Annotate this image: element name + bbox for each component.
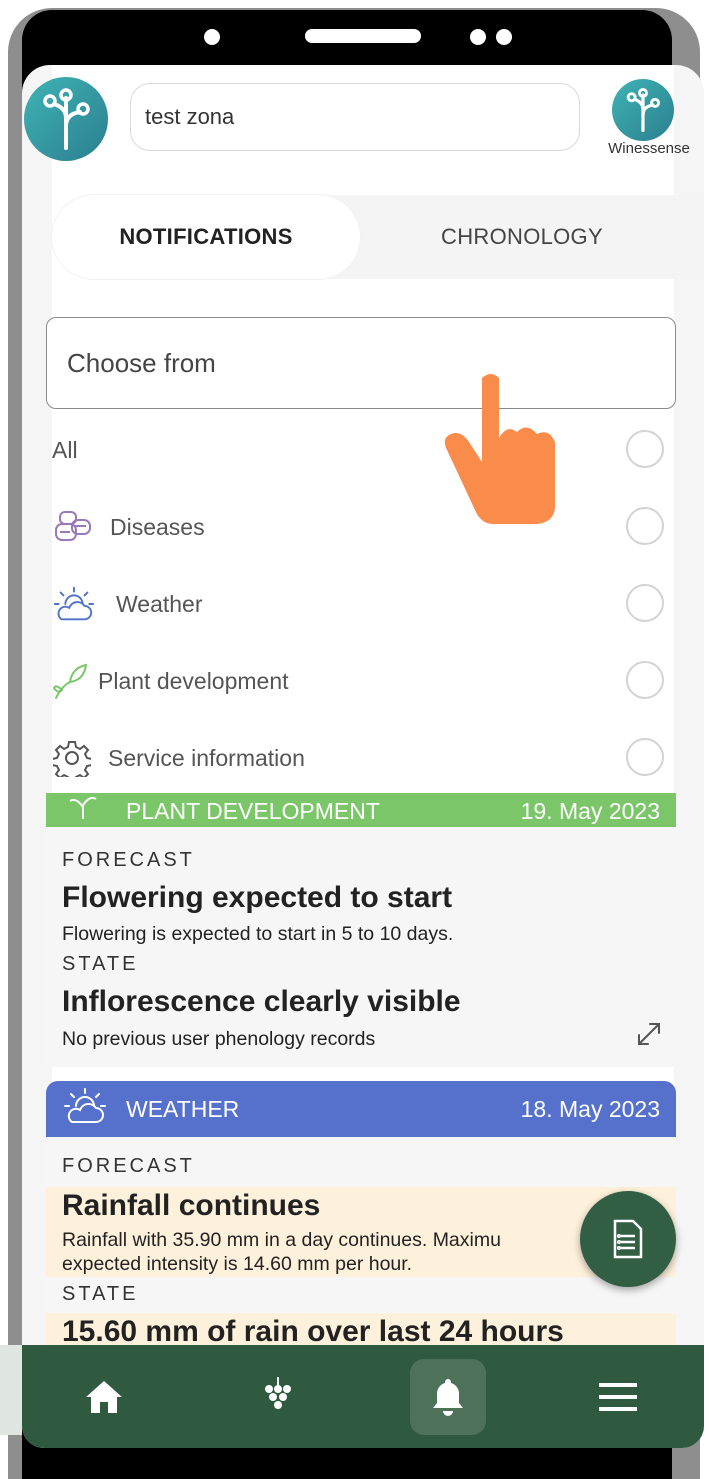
weather-header-icon [62,1086,108,1132]
category-select[interactable]: Choose from [46,317,676,409]
option-weather[interactable]: Weather [52,574,664,634]
bottom-navigation [22,1345,704,1448]
camera-dot [204,29,220,45]
app-screen: test zona Winessense NOTIFICATIONS CHRON… [22,65,704,1448]
forecast-text-line2: expected intensity is 14.60 mm per hour. [62,1253,413,1275]
forecast-text: Flowering is expected to start in 5 to 1… [62,923,454,945]
forecast-label: FORECAST [62,1155,195,1177]
report-button[interactable] [580,1191,676,1287]
bell-icon [433,1379,463,1416]
nav-notifications[interactable] [410,1359,486,1435]
option-label: Diseases [110,513,205,540]
home-icon [86,1381,122,1413]
weather-icon [52,582,96,626]
document-icon [613,1219,643,1259]
device-bottom-bezel [22,1448,672,1479]
nav-vineyard[interactable] [240,1359,316,1435]
tab-bar: NOTIFICATIONS CHRONOLOGY [52,195,704,279]
card-category: WEATHER [126,1095,240,1122]
card-date: 19. May 2023 [520,798,660,824]
nav-menu[interactable] [580,1359,656,1435]
plant-header-icon [68,793,98,825]
state-label: STATE [62,1283,139,1305]
brand-label: Winessense [608,140,690,157]
card-category: PLANT DEVELOPMENT [126,798,380,824]
card-plant-development[interactable]: FORECAST Flowering expected to start Flo… [46,827,676,1067]
option-label: Plant development [98,667,289,694]
plant-icon [52,659,88,703]
vine-logo-icon [43,88,90,150]
app-logo[interactable] [24,77,108,161]
option-label: Service information [108,744,305,771]
nav-home[interactable] [66,1359,142,1435]
forecast-text-line1: Rainfall with 35.90 mm in a day continue… [62,1229,501,1251]
radio-plant-development[interactable] [626,661,664,699]
card-header-plant-development[interactable]: PLANT DEVELOPMENT 19. May 2023 [46,793,676,827]
select-placeholder: Choose from [67,347,216,378]
forecast-title: Rainfall continues [62,1189,321,1222]
expand-icon[interactable] [636,1021,662,1052]
tab-notifications[interactable]: NOTIFICATIONS [52,195,360,279]
card-date: 18. May 2023 [520,1095,660,1122]
state-text: No previous user phenology records [62,1028,376,1050]
forecast-title: Flowering expected to start [62,881,453,914]
option-label: All [52,436,78,463]
forecast-label: FORECAST [62,849,195,871]
radio-diseases[interactable] [626,507,664,545]
pointer-hand-icon [444,374,555,524]
sensor-dot [496,29,512,45]
radio-service-information[interactable] [626,738,664,776]
speaker-bar [305,29,421,43]
option-service-information[interactable]: Service information [52,728,664,788]
tab-chronology[interactable]: CHRONOLOGY [362,195,682,279]
menu-icon [599,1383,637,1411]
zone-selector[interactable]: test zona [130,83,580,151]
state-label: STATE [62,953,139,975]
option-diseases[interactable]: Diseases [52,497,664,557]
grapes-icon [265,1377,291,1409]
option-plant-development[interactable]: Plant development [52,651,664,711]
sensor-dot [470,29,486,45]
radio-weather[interactable] [626,584,664,622]
state-title: Inflorescence clearly visible [62,985,461,1018]
zone-value: test zona [145,104,235,129]
option-label: Weather [116,590,203,617]
state-title: 15.60 mm of rain over last 24 hours [62,1315,564,1347]
card-header-weather[interactable]: WEATHER 18. May 2023 [46,1081,676,1137]
background-strip [0,1345,22,1435]
diseases-icon [52,505,96,549]
brand-logo[interactable] [612,79,674,141]
option-all[interactable]: All [52,420,664,480]
radio-all[interactable] [626,430,664,468]
gear-icon [52,736,92,780]
vine-logo-icon [626,88,661,132]
